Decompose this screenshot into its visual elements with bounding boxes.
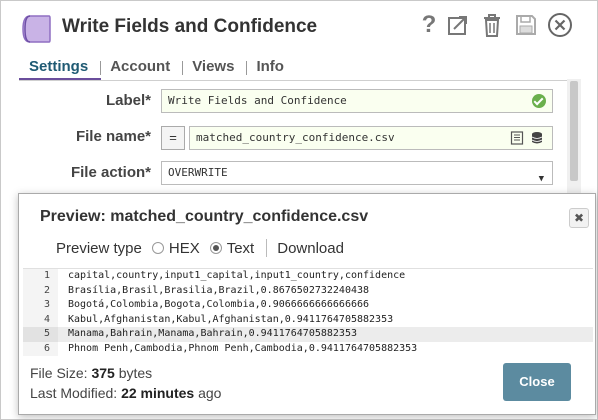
text-radio[interactable] <box>209 242 222 254</box>
download-link[interactable]: Download <box>277 240 344 257</box>
tab-info[interactable]: Info <box>246 57 296 79</box>
tab-views[interactable]: Views <box>182 57 246 79</box>
label-input[interactable]: Write Fields and Confidence <box>161 89 553 113</box>
line-number: 2 <box>23 283 58 298</box>
code-line: 4 Kabul,Afghanistan,Kabul,Afghanistan,0.… <box>23 312 593 327</box>
text-radio-label: Text <box>226 239 255 257</box>
trash-glyph <box>484 14 500 37</box>
line-text: capital,country,input1_capital,input1_co… <box>68 270 406 281</box>
preview-type-divider <box>266 239 268 257</box>
file-size-info: File Size: 375 bytes <box>30 365 152 381</box>
code-line: 1 capital,country,input1_capital,input1_… <box>23 269 593 284</box>
line-text: Kabul,Afghanistan,Kabul,Afghanistan,0.94… <box>68 313 394 325</box>
dialog-title: Write Fields and Confidence <box>62 16 318 37</box>
hex-radio-label: HEX <box>168 239 200 257</box>
dialog-header: Write Fields and Confidence ? <box>1 1 597 55</box>
preview-modal: Preview: matched_country_confidence.csv … <box>18 193 596 415</box>
chevron-down-icon: ▼ <box>538 174 544 184</box>
label-input-value: Write Fields and Confidence <box>168 94 347 107</box>
filename-field-label: File name* <box>75 128 151 145</box>
code-line: 2 Brasília,Brasil,Brasilia,Brazil,0.8676… <box>23 283 593 298</box>
line-number: 6 <box>23 341 58 356</box>
last-modified-suffix: ago <box>198 385 222 401</box>
file-size-value: 375 <box>91 365 115 381</box>
label-field-label: Label* <box>105 92 151 109</box>
line-text: Brasília,Brasil,Brasilia,Brazil,0.867650… <box>68 284 370 296</box>
line-number: 3 <box>23 298 58 313</box>
line-text: Bogotá,Colombia,Bogota,Colombia,0.906666… <box>68 299 370 310</box>
preview-type-label: Preview type <box>56 239 142 257</box>
database-icon[interactable] <box>530 131 544 145</box>
close-icon[interactable] <box>546 11 574 39</box>
export-icon[interactable] <box>444 11 472 39</box>
modal-close-icon[interactable]: ✖ <box>569 208 589 228</box>
filename-input[interactable]: matched_country_confidence.csv <box>189 126 553 150</box>
save-icon[interactable] <box>512 11 540 39</box>
line-number: 4 <box>23 312 58 327</box>
valid-check-icon <box>532 94 546 108</box>
preview-type-group: Preview type HEX Text Download <box>56 239 344 257</box>
export-glyph <box>448 16 467 35</box>
last-modified-value: 22 minutes <box>121 385 195 401</box>
dialog-scrollbar-thumb[interactable] <box>570 81 578 181</box>
last-modified-info: Last Modified: 22 minutes ago <box>30 385 221 401</box>
expression-toggle-button[interactable]: = <box>161 126 185 150</box>
fileaction-field-label: File action* <box>70 164 151 181</box>
preview-type-hex-option[interactable]: HEX <box>151 239 200 257</box>
file-size-unit: bytes <box>118 365 153 381</box>
fileaction-select-value: OVERWRITE <box>168 166 228 179</box>
file-size-label: File Size: <box>30 365 88 381</box>
preview-type-text-option[interactable]: Text <box>209 239 255 257</box>
line-text: Manama,Bahrain,Manama,Bahrain,0.94117647… <box>68 328 357 339</box>
help-icon[interactable]: ? <box>415 11 443 39</box>
file-list-icon[interactable] <box>510 131 524 145</box>
hex-radio[interactable] <box>151 242 164 254</box>
line-number: 5 <box>23 327 58 342</box>
settings-tabs: Settings Account Views Info <box>19 57 296 79</box>
tabs-divider <box>19 80 569 81</box>
tab-account[interactable]: Account <box>100 57 182 79</box>
file-preview-code: 1 capital,country,input1_capital,input1_… <box>23 268 593 356</box>
tab-settings[interactable]: Settings <box>19 57 100 79</box>
filename-input-value: matched_country_confidence.csv <box>196 131 395 144</box>
last-modified-label: Last Modified: <box>30 385 118 401</box>
line-number: 1 <box>23 269 58 284</box>
close-glyph <box>548 13 572 37</box>
trash-icon[interactable] <box>478 11 506 39</box>
close-button[interactable]: Close <box>503 363 571 401</box>
preview-title: Preview: matched_country_confidence.csv <box>40 208 369 225</box>
snap-icon <box>22 15 51 43</box>
code-line: 3 Bogotá,Colombia,Bogota,Colombia,0.9066… <box>23 298 593 313</box>
line-text: Phnom Penh,Cambodia,Phnom Penh,Cambodia,… <box>68 342 418 354</box>
fileaction-select[interactable]: OVERWRITE ▼ <box>161 161 553 185</box>
save-glyph <box>516 15 536 35</box>
code-line: 6 Phnom Penh,Cambodia,Phnom Penh,Cambodi… <box>23 341 593 356</box>
code-line-highlighted: 5 Manama,Bahrain,Manama,Bahrain,0.941176… <box>23 327 593 342</box>
